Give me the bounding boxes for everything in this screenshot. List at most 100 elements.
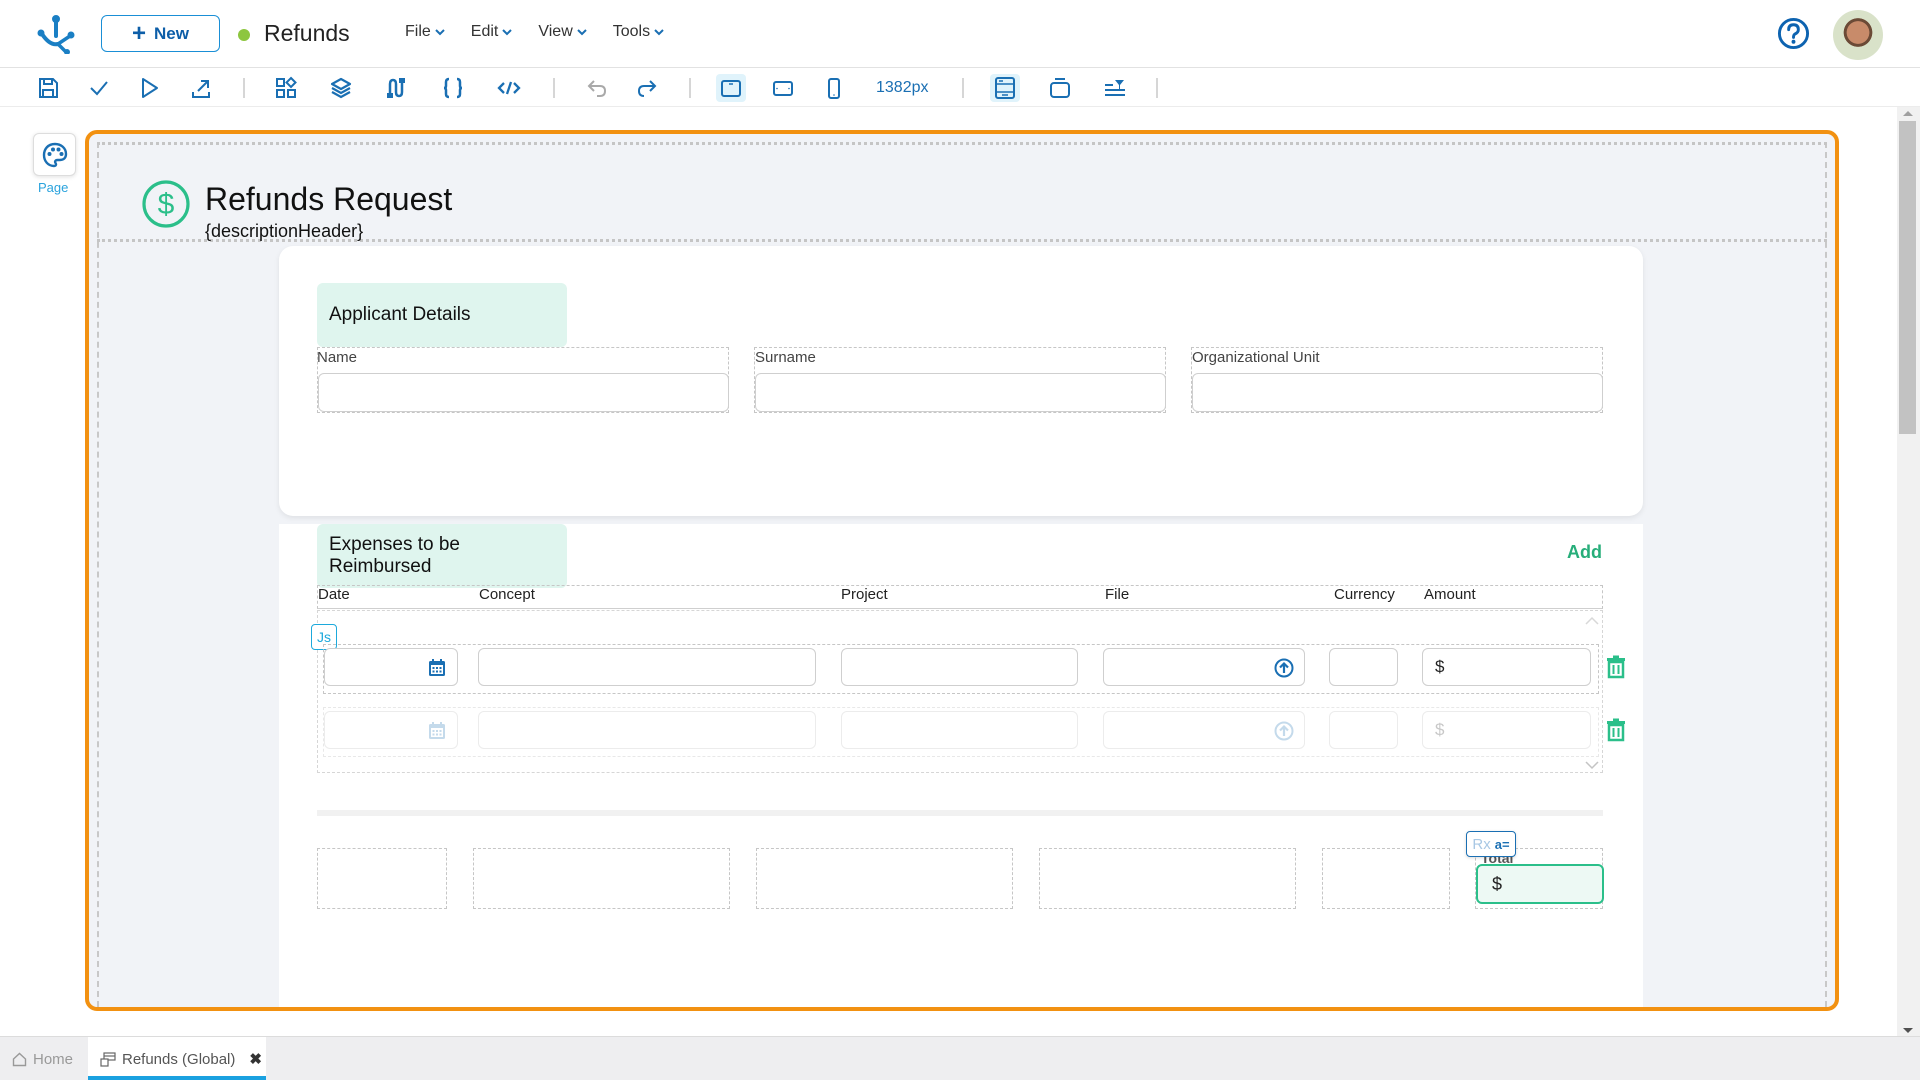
form-header[interactable]: $ Refunds Request {descriptionHeader} bbox=[97, 142, 1827, 242]
toolbar-divider bbox=[1156, 78, 1158, 98]
column-header-concept: Concept bbox=[479, 586, 535, 603]
check-icon bbox=[90, 81, 108, 96]
scroll-up-chevron-icon[interactable] bbox=[1585, 616, 1599, 626]
project-input[interactable] bbox=[841, 648, 1078, 686]
column-header-date: Date bbox=[318, 586, 350, 603]
currency-input[interactable] bbox=[1329, 648, 1398, 686]
close-tab-icon[interactable]: ✖ bbox=[249, 1050, 262, 1068]
chevron-down-icon bbox=[435, 28, 445, 35]
date-input[interactable] bbox=[324, 648, 458, 686]
tab-refunds-global[interactable]: Refunds (Global) ✖ bbox=[88, 1037, 266, 1080]
publish-button[interactable] bbox=[186, 74, 216, 102]
calendar-icon[interactable] bbox=[427, 658, 447, 678]
menu-edit[interactable]: Edit bbox=[471, 23, 513, 41]
menu-view[interactable]: View bbox=[538, 23, 587, 41]
upload-icon[interactable] bbox=[1274, 658, 1294, 678]
file-input[interactable] bbox=[1103, 711, 1305, 749]
new-button[interactable]: + New bbox=[101, 15, 220, 52]
delete-row-trash-icon[interactable] bbox=[1605, 655, 1627, 679]
totals-placeholder-cell bbox=[1322, 848, 1450, 909]
layers-button[interactable] bbox=[326, 74, 356, 102]
regex-formula-badge[interactable]: Rx a= bbox=[1466, 831, 1516, 857]
org-unit-input[interactable] bbox=[1192, 373, 1603, 412]
help-icon[interactable] bbox=[1777, 17, 1810, 50]
undo-icon bbox=[587, 80, 607, 97]
section-divider bbox=[317, 810, 1603, 816]
scroll-down-chevron-icon[interactable] bbox=[1585, 760, 1599, 770]
currency-input[interactable] bbox=[1329, 711, 1398, 749]
add-expense-link[interactable]: Add bbox=[1567, 542, 1602, 563]
tab-home[interactable]: Home bbox=[12, 1037, 73, 1080]
run-button[interactable] bbox=[134, 74, 164, 102]
concept-input[interactable] bbox=[478, 648, 816, 686]
frame-button[interactable] bbox=[1045, 74, 1075, 102]
align-filter-button[interactable] bbox=[1100, 74, 1130, 102]
form-description: {descriptionHeader} bbox=[205, 221, 364, 241]
scroll-up-arrow[interactable] bbox=[1903, 111, 1913, 116]
html-code-button[interactable] bbox=[494, 74, 524, 102]
frame-icon bbox=[1050, 78, 1070, 98]
project-input[interactable] bbox=[841, 711, 1078, 749]
calendar-icon[interactable] bbox=[427, 721, 447, 741]
tablet-view-button[interactable] bbox=[768, 74, 798, 102]
redo-icon bbox=[637, 80, 657, 97]
code-blocks-button[interactable] bbox=[438, 74, 468, 102]
column-header-file: File bbox=[1105, 586, 1130, 603]
applicant-details-tab[interactable]: Applicant Details bbox=[317, 283, 567, 347]
desktop-view-button[interactable] bbox=[716, 74, 746, 102]
amount-input[interactable]: $ bbox=[1422, 711, 1591, 749]
toolbar-divider bbox=[962, 78, 964, 98]
user-avatar[interactable] bbox=[1833, 10, 1883, 60]
concept-input[interactable] bbox=[478, 711, 816, 749]
flow-button[interactable] bbox=[381, 74, 411, 102]
menu-view-label: View bbox=[538, 23, 573, 40]
canvas-width-label: 1382px bbox=[876, 79, 929, 96]
bottom-tab-bar: Home Refunds (Global) ✖ bbox=[0, 1036, 1920, 1080]
html-code-icon bbox=[497, 81, 521, 95]
scroll-down-arrow[interactable] bbox=[1903, 1028, 1913, 1033]
surname-input[interactable] bbox=[755, 373, 1166, 412]
undo-button[interactable] bbox=[582, 74, 612, 102]
mobile-view-button[interactable] bbox=[819, 74, 849, 102]
file-input[interactable] bbox=[1103, 648, 1305, 686]
expenses-section-title: Expenses to be Reimbursed bbox=[329, 534, 460, 577]
expenses-tab[interactable]: Expenses to be Reimbursed bbox=[317, 524, 567, 588]
expenses-header-row: Date Concept Project File Currency Amoun… bbox=[317, 585, 1603, 609]
scrollbar-thumb[interactable] bbox=[1899, 121, 1916, 434]
app-logo-icon[interactable] bbox=[36, 14, 76, 54]
toolbar: 1382px bbox=[0, 69, 1920, 107]
delete-row-trash-icon[interactable] bbox=[1605, 718, 1627, 742]
play-icon bbox=[142, 78, 158, 98]
org-unit-label: Organizational Unit bbox=[1192, 349, 1320, 366]
applicant-section-title: Applicant Details bbox=[329, 304, 471, 325]
redo-button[interactable] bbox=[632, 74, 662, 102]
chevron-down-icon bbox=[502, 28, 513, 35]
toolbar-divider bbox=[243, 78, 245, 98]
status-indicator bbox=[238, 29, 250, 41]
save-button[interactable] bbox=[33, 74, 63, 102]
page-style-button[interactable] bbox=[33, 133, 76, 176]
layers-icon bbox=[330, 77, 352, 99]
menu-file[interactable]: File bbox=[405, 23, 445, 41]
totals-placeholder-cell bbox=[317, 848, 447, 909]
components-button[interactable] bbox=[271, 74, 301, 102]
date-input[interactable] bbox=[324, 711, 458, 749]
name-input[interactable] bbox=[318, 373, 729, 412]
upload-icon[interactable] bbox=[1274, 721, 1294, 741]
desktop-view-icon bbox=[721, 80, 741, 97]
surname-label: Surname bbox=[755, 349, 816, 366]
regex-icon: Rx bbox=[1472, 835, 1491, 853]
total-amount-input[interactable]: $ bbox=[1476, 864, 1604, 904]
form-canvas[interactable]: $ Refunds Request {descriptionHeader} Ap… bbox=[85, 130, 1839, 1011]
vertical-scrollbar[interactable] bbox=[1897, 107, 1920, 1037]
column-header-amount: Amount bbox=[1424, 586, 1476, 603]
menu-tools[interactable]: Tools bbox=[613, 23, 664, 41]
full-layout-button[interactable] bbox=[990, 74, 1020, 102]
name-label: Name bbox=[317, 349, 358, 366]
totals-placeholder-cell bbox=[756, 848, 1013, 909]
save-icon bbox=[39, 78, 58, 98]
page-label: Page bbox=[38, 180, 69, 195]
amount-input[interactable]: $ bbox=[1422, 648, 1591, 686]
validate-button[interactable] bbox=[84, 74, 114, 102]
tab-home-label: Home bbox=[33, 1050, 74, 1068]
